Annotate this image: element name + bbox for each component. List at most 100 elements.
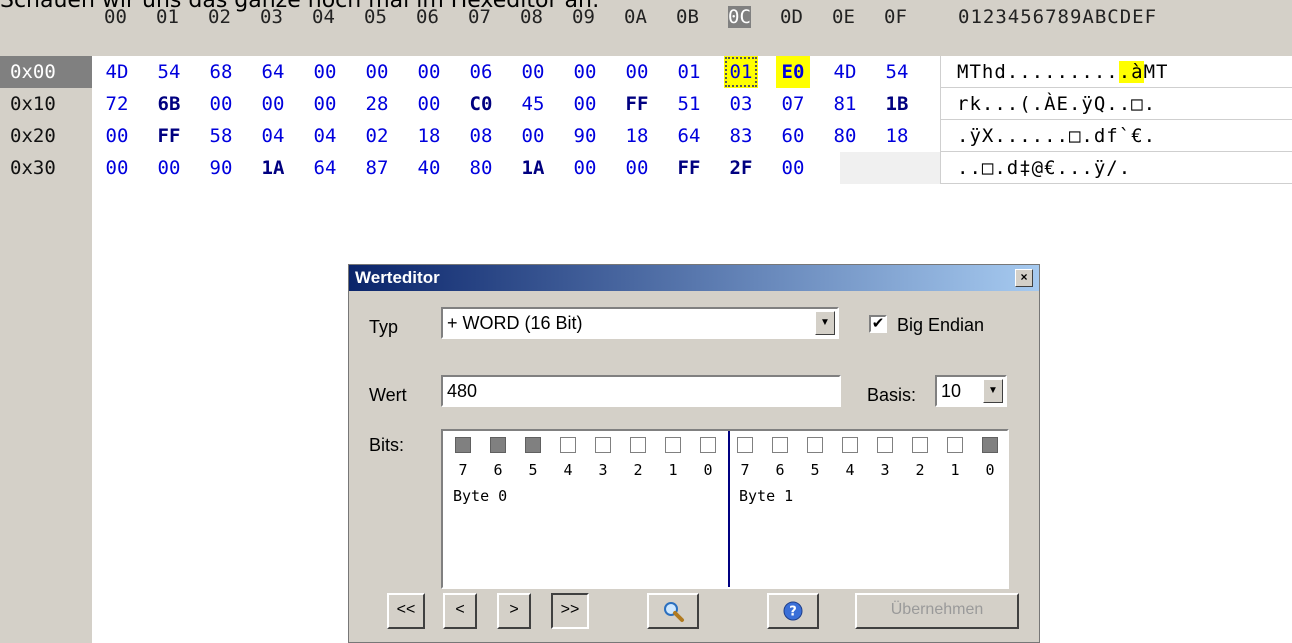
basis-select[interactable]: 10 ▼ [935,375,1007,407]
bit-checkbox[interactable] [737,437,753,453]
hex-byte-cell[interactable]: 81 [828,88,862,120]
hex-byte-cell[interactable]: 00 [256,88,290,120]
bit-checkbox[interactable] [700,437,716,453]
bit-checkbox[interactable] [665,437,681,453]
dialog-titlebar[interactable]: Werteditor × [349,265,1039,291]
bit-checkbox[interactable] [560,437,576,453]
search-button[interactable] [647,593,699,629]
hex-byte-cell[interactable]: 00 [204,88,238,120]
next-button[interactable]: > [497,593,531,629]
hex-byte-cell[interactable]: 58 [204,120,238,152]
hex-byte-cell[interactable]: 54 [152,56,186,88]
hex-byte-cell[interactable]: 1A [516,152,550,184]
bit-checkbox[interactable] [807,437,823,453]
hex-byte-cell[interactable]: 80 [464,152,498,184]
prev-button[interactable]: < [443,593,477,629]
hex-byte-cell[interactable]: E0 [776,56,810,88]
bit-checkbox[interactable] [490,437,506,453]
hex-byte-cell[interactable]: 00 [568,88,602,120]
hex-byte-cell[interactable]: 90 [204,152,238,184]
hex-byte-cell[interactable]: 00 [412,88,446,120]
hex-byte-cell[interactable]: 64 [672,120,706,152]
hex-byte-cell[interactable]: 90 [568,120,602,152]
hex-byte-cell[interactable]: 00 [100,120,134,152]
hex-byte-cell[interactable]: 00 [152,152,186,184]
hex-byte-cell[interactable]: 08 [464,120,498,152]
hex-byte-cell[interactable]: 6B [152,88,186,120]
hex-byte-cell[interactable]: 00 [516,56,550,88]
bit-checkbox[interactable] [630,437,646,453]
hex-byte-cell[interactable]: 00 [568,152,602,184]
ascii-row[interactable]: .ÿX......□.df`€. [940,120,1292,152]
bit-checkbox[interactable] [912,437,928,453]
bit-checkbox[interactable] [772,437,788,453]
hex-byte-cell[interactable]: 83 [724,120,758,152]
wert-input[interactable]: 480 [441,375,841,407]
hex-byte-cell[interactable]: FF [152,120,186,152]
hex-byte-cell[interactable]: 00 [516,120,550,152]
bit-checkbox[interactable] [525,437,541,453]
bit-checkbox[interactable] [595,437,611,453]
bits-panel: 7 6 5 4 3 2 1 0 7 6 5 4 3 2 1 0 Byte 0 Byte 1 [441,429,1009,589]
hex-byte-cell[interactable]: 60 [776,120,810,152]
hex-byte-cell[interactable]: 68 [204,56,238,88]
hex-byte-cell[interactable]: 64 [308,152,342,184]
hex-byte-cell[interactable]: 4D [100,56,134,88]
hex-byte-cell[interactable]: 1A [256,152,290,184]
hex-byte-cell[interactable]: 1B [880,88,914,120]
hex-byte-cell[interactable]: 06 [464,56,498,88]
hex-byte-cell[interactable]: 4D [828,56,862,88]
hex-byte-cell[interactable]: 03 [724,88,758,120]
hex-byte-cell[interactable]: 01 [724,56,758,88]
hex-byte-cell[interactable]: 01 [672,56,706,88]
hex-byte-cell[interactable]: 18 [620,120,654,152]
close-icon[interactable]: × [1015,269,1033,287]
help-button[interactable]: ? [767,593,819,629]
hex-byte-cell[interactable]: 64 [256,56,290,88]
bit-checkbox[interactable] [947,437,963,453]
hex-byte-cell[interactable]: 18 [412,120,446,152]
hex-byte-cell[interactable]: 00 [620,56,654,88]
hex-byte-cell[interactable]: 00 [308,56,342,88]
hex-byte-cell[interactable]: 00 [360,56,394,88]
hex-byte-cell[interactable]: 72 [100,88,134,120]
hex-byte-cell[interactable]: 04 [308,120,342,152]
ascii-row[interactable]: rk...(.ÀE.ÿQ..□. [940,88,1292,120]
hex-byte-cell[interactable]: 00 [100,152,134,184]
big-endian-checkbox[interactable]: ✔ [869,315,887,333]
hex-byte-cell[interactable]: 00 [412,56,446,88]
hex-byte-cell[interactable]: 45 [516,88,550,120]
last-button[interactable]: >> [551,593,589,629]
hex-byte-cell[interactable]: 2F [724,152,758,184]
apply-button[interactable]: Übernehmen [855,593,1019,629]
hex-byte-cell[interactable]: 07 [776,88,810,120]
hex-byte-cell[interactable]: 40 [412,152,446,184]
hex-byte-cell[interactable]: C0 [464,88,498,120]
ascii-row[interactable]: ..□.d‡@€...ÿ/. [940,152,1292,184]
chevron-down-icon[interactable]: ▼ [815,311,835,335]
typ-select[interactable]: + WORD (16 Bit) ▼ [441,307,839,339]
bit-number-label: 1 [668,461,678,479]
hex-byte-cell[interactable]: FF [620,88,654,120]
hex-byte-cell[interactable]: 51 [672,88,706,120]
hex-byte-cell[interactable]: 54 [880,56,914,88]
hex-byte-cell[interactable]: 87 [360,152,394,184]
hex-byte-cell[interactable]: 18 [880,120,914,152]
first-button[interactable]: << [387,593,425,629]
hex-byte-cell[interactable]: 80 [828,120,862,152]
hex-byte-cell[interactable]: 04 [256,120,290,152]
hex-byte-cell[interactable]: 00 [620,152,654,184]
hex-byte-cell[interactable]: 02 [360,120,394,152]
hex-byte-cell[interactable]: 00 [308,88,342,120]
column-header-cell: 04 [312,6,335,28]
bit-checkbox[interactable] [455,437,471,453]
ascii-row[interactable]: MThd..........àMT [940,56,1292,88]
hex-byte-cell[interactable]: 00 [568,56,602,88]
hex-byte-cell[interactable]: 28 [360,88,394,120]
chevron-down-icon[interactable]: ▼ [983,379,1003,403]
bit-checkbox[interactable] [982,437,998,453]
bit-checkbox[interactable] [842,437,858,453]
bit-checkbox[interactable] [877,437,893,453]
hex-byte-cell[interactable]: 00 [776,152,810,184]
hex-byte-cell[interactable]: FF [672,152,706,184]
